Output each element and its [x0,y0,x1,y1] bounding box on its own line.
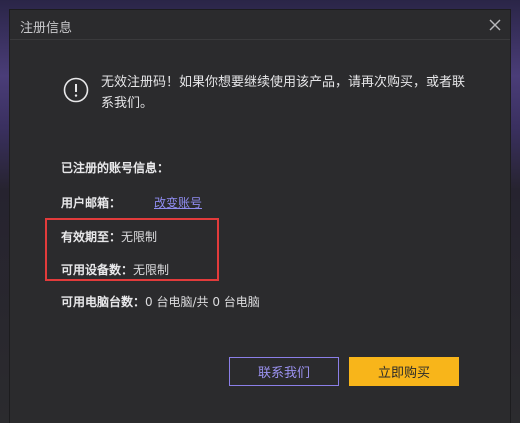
computers-label: 可用电脑台数： [61,295,146,309]
exclamation-circle-icon [63,77,89,103]
close-icon[interactable] [486,16,504,34]
computers-value: 0 台电脑/共 0 台电脑 [145,295,260,309]
dialog-title: 注册信息 [20,21,73,36]
change-account-link[interactable]: 改变账号 [154,194,202,211]
validity-row: 有效期至：无限制 [61,228,157,245]
buy-now-button[interactable]: 立即购买 [349,357,459,386]
devices-value: 无限制 [133,263,170,277]
validity-label: 有效期至： [61,230,122,244]
invalid-code-message: 无效注册码！如果你想要继续使用该产品，请再次购买，或者联系我们。 [101,75,466,111]
contact-us-button[interactable]: 联系我们 [229,357,339,386]
validity-value: 无限制 [121,230,158,244]
devices-label: 可用设备数： [61,263,134,277]
account-info-heading: 已注册的账号信息： [61,161,170,175]
registration-info-dialog: 注册信息 无效注册码！如果你想要继续使用该产品，请再次购买，或者联系我们。 已注… [10,10,510,423]
dialog-titlebar: 注册信息 [10,10,510,40]
devices-row: 可用设备数：无限制 [61,261,169,278]
computers-row: 可用电脑台数：0 台电脑/共 0 台电脑 [61,293,260,310]
email-label: 用户邮箱： [61,196,122,210]
